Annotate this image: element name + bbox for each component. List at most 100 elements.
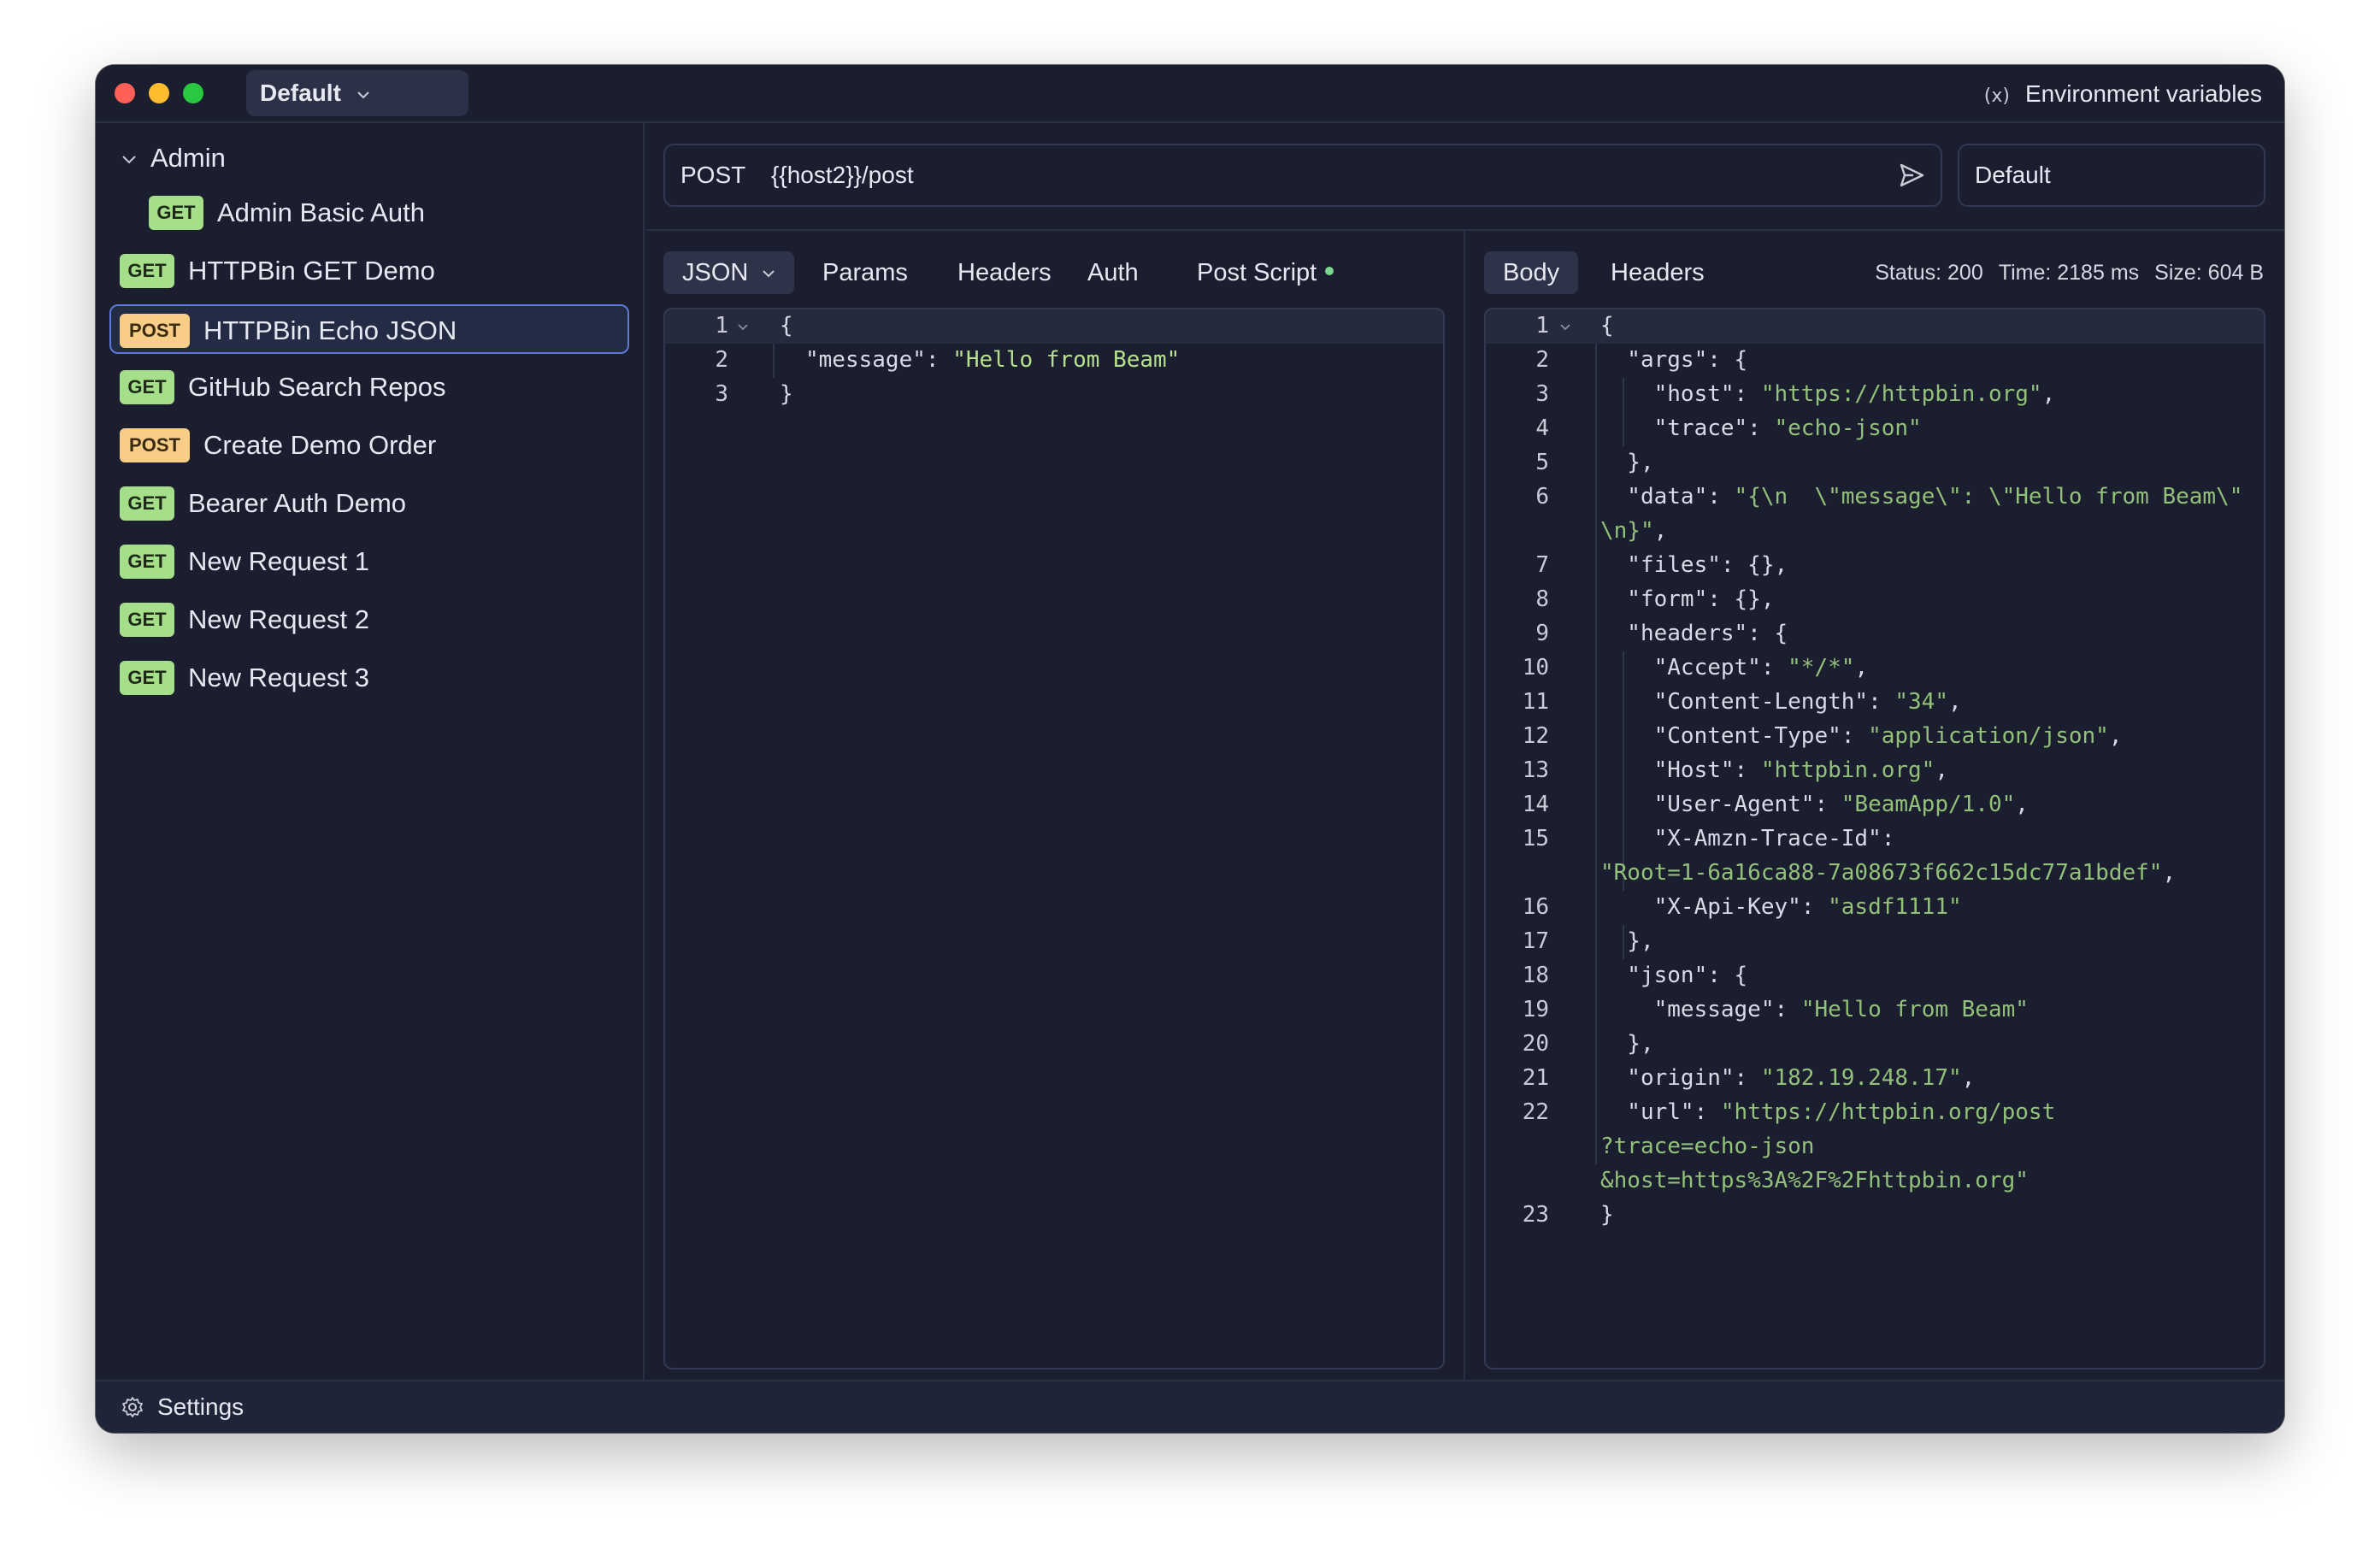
tab-post-script[interactable]: Post Script	[1197, 251, 1334, 294]
sidebar-item-new-request-1[interactable]: GET New Request 1	[109, 537, 629, 586]
zoom-window-button[interactable]	[183, 83, 203, 103]
code-line: "Host": "httpbin.org",	[1600, 757, 1948, 783]
response-body-viewer[interactable]: 1 {2 "args": {3 "host": "https://httpbin.…	[1484, 308, 2265, 1370]
tab-headers[interactable]: Headers	[957, 251, 1052, 294]
code-line: ?trace=echo-json	[1600, 1134, 1814, 1159]
code-line: "files": {},	[1600, 552, 1788, 578]
json-text: "X-Api-Key":	[1600, 894, 1829, 920]
minimize-window-button[interactable]	[149, 83, 169, 103]
code-line: "Accept": "*/*",	[1600, 655, 1868, 680]
json-string: "*/*"	[1788, 655, 1855, 680]
method-badge: GET	[120, 369, 174, 404]
send-icon[interactable]	[1896, 160, 1927, 191]
request-label: Admin Basic Auth	[217, 197, 425, 227]
bottom-bar: Settings	[96, 1380, 2284, 1433]
line-number: 13	[1522, 757, 1549, 783]
tab-auth[interactable]: Auth	[1087, 251, 1139, 294]
environment-variables-label: Environment variables	[2024, 80, 2262, 107]
tab-label: Post Script	[1197, 259, 1317, 286]
sidebar-item-github-search-repos[interactable]: GET GitHub Search Repos	[109, 362, 629, 412]
request-label: GitHub Search Repos	[188, 372, 446, 402]
chevron-down-icon	[122, 156, 136, 164]
sidebar-item-create-demo-order[interactable]: POST Create Demo Order	[109, 421, 629, 470]
request-label: New Request 1	[188, 546, 369, 576]
indent-guide	[1595, 344, 1597, 1164]
line-number: 8	[1535, 586, 1549, 612]
settings-button[interactable]: Settings	[121, 1390, 244, 1424]
sidebar-item-httpbin-echo-json[interactable]: POST HTTPBin Echo JSON	[109, 304, 629, 354]
json-string: \n}"	[1600, 518, 1654, 544]
json-string: "asdf1111"	[1828, 894, 1962, 920]
json-text: }	[1600, 1202, 1614, 1228]
json-punctuation: ,	[2015, 792, 2029, 817]
indent-guide	[773, 344, 775, 378]
tab-response-body[interactable]: Body	[1484, 251, 1579, 294]
json-string: "Root=1-6a16ca88-7a08673f662c15dc77a1bde…	[1600, 860, 2163, 886]
line-number: 21	[1522, 1065, 1549, 1091]
method-badge: POST	[120, 313, 190, 348]
code-line: "json": {	[1600, 963, 1747, 988]
json-text: "Host":	[1600, 757, 1761, 783]
json-string: "182.19.248.17"	[1760, 1065, 1962, 1091]
json-text: "form": {},	[1600, 586, 1775, 612]
line-number: 17	[1522, 928, 1549, 954]
environment-variables-button[interactable]: (x) Environment variables	[1984, 75, 2262, 113]
json-string: "BeamApp/1.0"	[1841, 792, 2016, 817]
fold-chevron-icon[interactable]	[1559, 323, 1571, 332]
status-code: Status: 200	[1875, 261, 1983, 285]
code-line: "Root=1-6a16ca88-7a08673f662c15dc77a1bde…	[1600, 860, 2176, 886]
method-badge: GET	[149, 195, 203, 230]
line-number: 15	[1522, 826, 1549, 851]
tab-label: JSON	[682, 259, 749, 286]
request-label: Bearer Auth Demo	[188, 488, 407, 518]
line-number: 5	[1535, 450, 1549, 475]
workspace-select[interactable]: Default	[246, 70, 468, 116]
code-line: }	[780, 381, 793, 407]
environment-select[interactable]: Default	[1958, 144, 2265, 207]
line-number: 16	[1522, 894, 1549, 920]
code-line: "url": "https://httpbin.org/post	[1600, 1099, 2055, 1125]
sidebar-item-new-request-3[interactable]: GET New Request 3	[109, 653, 629, 703]
fold-chevron-icon[interactable]	[737, 323, 749, 332]
url-bar[interactable]: POST {{host2}}/post	[663, 144, 1942, 207]
tab-json[interactable]: JSON	[663, 251, 795, 294]
code-line: "message": "Hello from Beam"	[805, 347, 1180, 373]
line-number: 3	[1535, 381, 1549, 407]
code-line: },	[1600, 1031, 1653, 1057]
json-text: {	[1600, 313, 1614, 339]
json-punctuation: ,	[1935, 757, 1948, 783]
settings-label: Settings	[157, 1393, 244, 1420]
title-bar: Default (x) Environment variables	[96, 65, 2284, 123]
line-number: 10	[1522, 655, 1549, 680]
http-method-select[interactable]: POST	[680, 145, 745, 205]
pane-divider[interactable]	[1464, 231, 1465, 1380]
code-line: {	[1600, 313, 1614, 339]
request-body-editor[interactable]: 1 { 2 "message": "Hello from Beam" 3 }	[663, 308, 1445, 1370]
json-string: "https://httpbin.org/post	[1720, 1099, 2056, 1125]
json-punctuation: ,	[2041, 381, 2056, 407]
json-text: "host":	[1600, 381, 1761, 407]
sidebar-item-new-request-2[interactable]: GET New Request 2	[109, 595, 629, 645]
json-string: "https://httpbin.org"	[1760, 381, 2042, 407]
code-line: "origin": "182.19.248.17",	[1600, 1065, 1975, 1091]
line-number: 9	[1535, 621, 1549, 646]
url-input[interactable]: {{host2}}/post	[771, 145, 914, 205]
request-label: Create Demo Order	[203, 430, 437, 460]
json-key: "message"	[805, 347, 926, 373]
folder-admin[interactable]: Admin	[121, 137, 226, 180]
method-badge: GET	[120, 253, 174, 288]
json-text: "trace":	[1600, 415, 1775, 441]
sidebar-item-httpbin-get-demo[interactable]: GET HTTPBin GET Demo	[109, 246, 629, 296]
json-string: "Hello from Beam"	[1800, 997, 2029, 1022]
json-string: "34"	[1894, 689, 1948, 715]
json-text: "Accept":	[1600, 655, 1788, 680]
response-meta: Status: 200 Time: 2185 ms Size: 604 B	[1859, 251, 2264, 294]
close-window-button[interactable]	[115, 83, 135, 103]
tab-response-headers[interactable]: Headers	[1611, 251, 1705, 294]
code-line: "Content-Length": "34",	[1600, 689, 1962, 715]
tab-params[interactable]: Params	[822, 251, 908, 294]
sidebar-item-admin-basic-auth[interactable]: GET Admin Basic Auth	[133, 188, 629, 238]
code-line: "X-Api-Key": "asdf1111"	[1600, 894, 1962, 920]
sidebar-item-bearer-auth-demo[interactable]: GET Bearer Auth Demo	[109, 479, 629, 528]
folder-label: Admin	[150, 143, 226, 173]
